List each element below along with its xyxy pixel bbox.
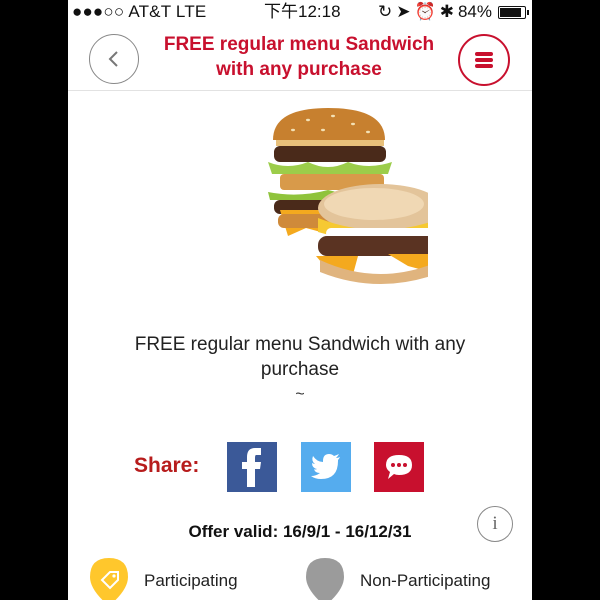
legend-non-participating-label: Non-Participating [360,571,491,590]
back-button[interactable] [89,34,139,84]
twitter-icon [311,454,340,479]
share-facebook-button[interactable] [227,442,277,492]
offer-valid-text: Offer valid: 16/9/1 - 16/12/31 [188,522,412,541]
share-twitter-button[interactable] [301,442,351,492]
app-screen: ●●●○○ AT&T LTE 下午12:18 ↻ ➤ ⏰ ✱ 84% FREE … [68,0,532,600]
chevron-left-icon [108,51,118,67]
sandwich-image [268,108,428,284]
info-button[interactable]: i [477,506,513,542]
carrier-signal: ●●●○○ AT&T LTE [72,2,207,21]
share-label: Share: [134,454,200,477]
status-right: ↻ ➤ ⏰ ✱ 84% [378,0,529,24]
offer-description: FREE regular menu Sandwich with any purc… [134,334,466,380]
menu-button[interactable] [458,34,510,86]
battery-icon [498,5,529,19]
location-icon: ➤ [396,2,411,21]
bluetooth-icon: ✱ [439,2,454,21]
legend-non-participating: Non-Participating [304,556,490,600]
share-message-button[interactable] [374,442,424,492]
offer-tilde: ~ [295,386,305,403]
legend-participating: Participating [88,556,238,600]
status-bar: ●●●○○ AT&T LTE 下午12:18 ↻ ➤ ⏰ ✱ 84% [68,0,532,24]
participating-pin-icon [90,558,128,600]
legend-participating-label: Participating [144,571,238,590]
message-bubble-icon [386,455,412,479]
facebook-icon [242,448,261,487]
header: FREE regular menu Sandwich with any purc… [68,24,532,91]
battery-percent: 84% [457,2,492,21]
rotation-lock-icon: ↻ [378,2,393,21]
hamburger-menu-icon [475,52,493,68]
info-icon: i [492,513,498,534]
page-title: FREE regular menu Sandwich with any purc… [163,34,435,80]
non-participating-pin-icon [306,558,344,600]
alarm-icon: ⏰ [414,2,436,21]
status-time: 下午12:18 [264,2,341,21]
